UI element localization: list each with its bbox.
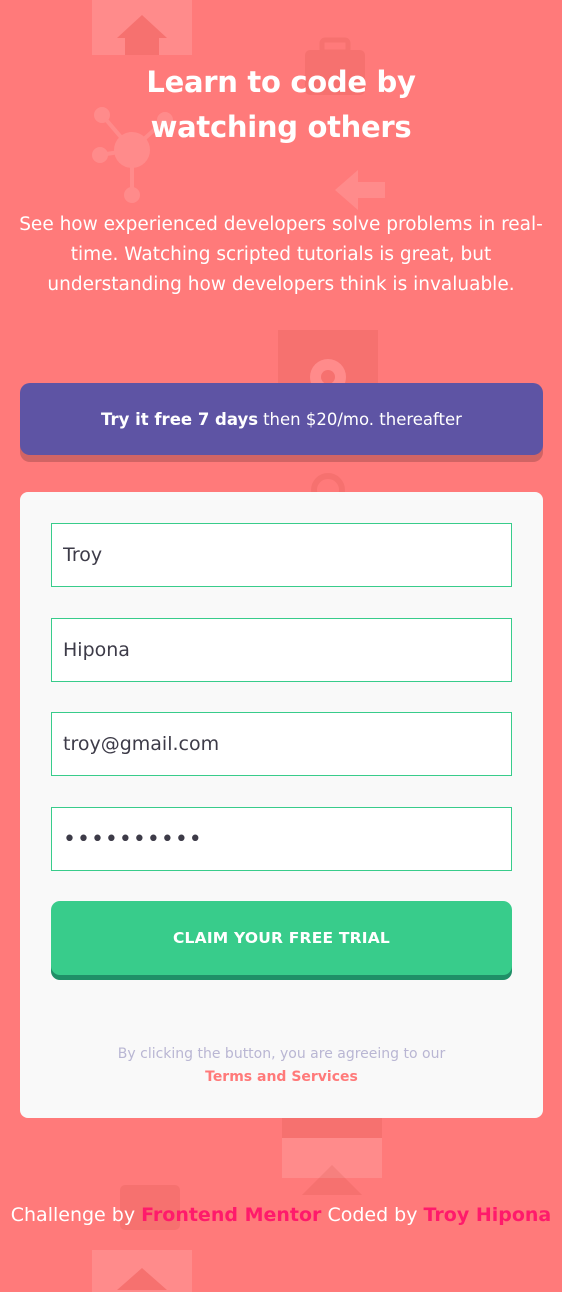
- offer-bold-text: Try it free 7 days: [101, 409, 259, 429]
- home-icon: [92, 1250, 192, 1292]
- home-icon: [302, 1165, 362, 1195]
- terms-text: By clicking the button, you are agreeing…: [117, 1046, 446, 1062]
- footer-middle: Coded by: [327, 1204, 418, 1226]
- signup-form: CLAIM YOUR FREE TRIAL By clicking the bu…: [20, 492, 543, 1118]
- attribution-footer: Challenge by Frontend Mentor Coded by Tr…: [0, 1204, 562, 1226]
- footer-prefix: Challenge by: [10, 1204, 136, 1226]
- claim-trial-button[interactable]: CLAIM YOUR FREE TRIAL: [51, 901, 512, 975]
- title-line-2: watching others: [150, 110, 412, 144]
- author-link[interactable]: Troy Hipona: [424, 1204, 552, 1226]
- arrow-icon: [335, 170, 385, 210]
- password-field[interactable]: [51, 807, 512, 871]
- free-trial-banner: Try it free 7 days then $20/mo. thereaft…: [20, 383, 543, 455]
- last-name-field[interactable]: [51, 618, 512, 682]
- frontend-mentor-link[interactable]: Frontend Mentor: [141, 1204, 321, 1226]
- first-name-field[interactable]: [51, 523, 512, 587]
- terms-notice: By clicking the button, you are agreeing…: [20, 1043, 543, 1089]
- page-title: Learn to code by watching others: [0, 60, 562, 150]
- title-line-1: Learn to code by: [146, 65, 416, 99]
- offer-price-text: then $20/mo. thereafter: [263, 409, 462, 429]
- hero-description: See how experienced developers solve pro…: [19, 214, 543, 295]
- email-field[interactable]: [51, 712, 512, 776]
- home-icon: [92, 0, 192, 55]
- terms-link[interactable]: Terms and Services: [20, 1066, 543, 1089]
